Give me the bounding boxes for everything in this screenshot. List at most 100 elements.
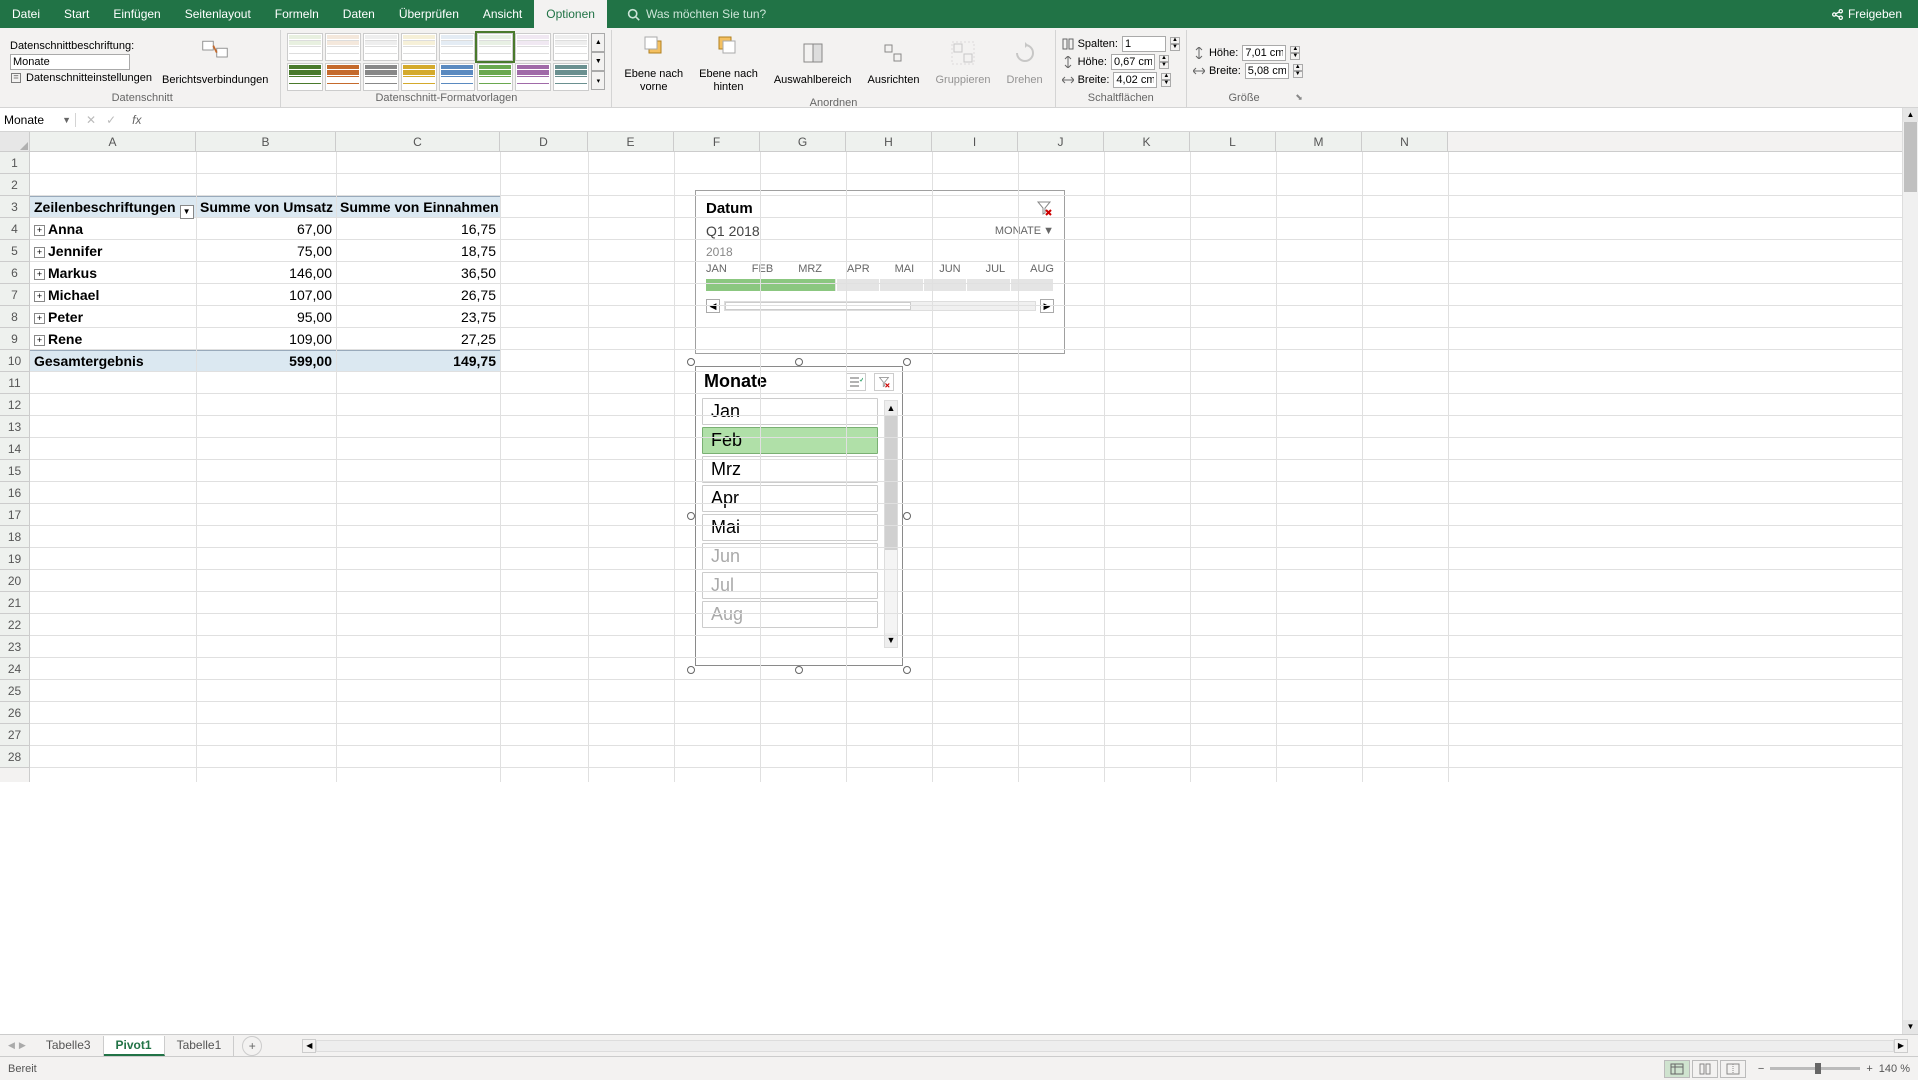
row-header[interactable]: 12: [0, 394, 29, 416]
zoom-in-button[interactable]: +: [1866, 1063, 1872, 1075]
expand-button[interactable]: +: [34, 247, 45, 258]
ribbon-tab-seitenlayout[interactable]: Seitenlayout: [173, 0, 263, 28]
spin-up[interactable]: ▲: [1170, 37, 1180, 44]
row-header[interactable]: 9: [0, 328, 29, 350]
view-page-break-button[interactable]: [1720, 1060, 1746, 1078]
expand-button[interactable]: +: [34, 335, 45, 346]
slicer-style-swatch[interactable]: [401, 63, 437, 91]
bring-forward-button[interactable]: Ebene nach vorne: [618, 32, 689, 96]
cell[interactable]: 67,00: [196, 218, 336, 240]
column-header[interactable]: M: [1276, 132, 1362, 151]
new-sheet-button[interactable]: +: [242, 1036, 262, 1056]
row-header[interactable]: 21: [0, 592, 29, 614]
ribbon-tab-start[interactable]: Start: [52, 0, 101, 28]
slicer-style-swatch[interactable]: [287, 33, 323, 61]
view-normal-button[interactable]: [1664, 1060, 1690, 1078]
column-header[interactable]: B: [196, 132, 336, 151]
selection-pane-button[interactable]: Auswahlbereich: [768, 39, 858, 90]
report-connections-button[interactable]: Berichtsverbindungen: [156, 34, 274, 89]
ribbon-tab-einfügen[interactable]: Einfügen: [101, 0, 172, 28]
zoom-slider[interactable]: [1770, 1067, 1860, 1070]
spin-up[interactable]: ▲: [1159, 55, 1169, 62]
row-header[interactable]: 5: [0, 240, 29, 262]
sheet-tab[interactable]: Tabelle1: [165, 1036, 235, 1056]
expand-button[interactable]: +: [34, 313, 45, 324]
slicer-style-swatch[interactable]: [401, 33, 437, 61]
row-header[interactable]: 10: [0, 350, 29, 372]
column-header[interactable]: N: [1362, 132, 1448, 151]
cell[interactable]: +Markus: [30, 262, 196, 284]
cell[interactable]: 109,00: [196, 328, 336, 350]
row-header[interactable]: 11: [0, 372, 29, 394]
column-header[interactable]: I: [932, 132, 1018, 151]
column-header[interactable]: J: [1018, 132, 1104, 151]
scroll-right-button[interactable]: ▶: [1894, 1039, 1908, 1053]
cell[interactable]: 18,75: [336, 240, 500, 262]
spin-down[interactable]: ▼: [1161, 80, 1171, 87]
cell[interactable]: Summe von Einnahmen: [336, 196, 500, 218]
row-header[interactable]: 16: [0, 482, 29, 504]
ribbon-tab-optionen[interactable]: Optionen: [534, 0, 607, 28]
columns-input[interactable]: [1122, 36, 1166, 52]
cell[interactable]: 149,75: [336, 350, 500, 372]
ribbon-tab-formeln[interactable]: Formeln: [263, 0, 331, 28]
ribbon-tab-ansicht[interactable]: Ansicht: [471, 0, 534, 28]
row-header[interactable]: 27: [0, 724, 29, 746]
pivot-filter-dropdown[interactable]: ▼: [180, 205, 194, 219]
sheet-nav-last[interactable]: ▶: [19, 1040, 26, 1051]
gallery-more-button[interactable]: ▼: [591, 52, 605, 71]
row-header[interactable]: 3: [0, 196, 29, 218]
column-header[interactable]: D: [500, 132, 588, 151]
cell[interactable]: 23,75: [336, 306, 500, 328]
btn-width-input[interactable]: [1113, 72, 1157, 88]
scroll-up-button[interactable]: ▲: [1903, 108, 1918, 122]
spin-up[interactable]: ▲: [1290, 46, 1300, 53]
spin-down[interactable]: ▼: [1170, 44, 1180, 51]
column-header[interactable]: C: [336, 132, 500, 151]
row-header[interactable]: 13: [0, 416, 29, 438]
row-header[interactable]: 2: [0, 174, 29, 196]
sheet-nav-first[interactable]: ◀: [8, 1040, 15, 1051]
column-header[interactable]: G: [760, 132, 846, 151]
cell[interactable]: 107,00: [196, 284, 336, 306]
slicer-style-swatch[interactable]: [477, 63, 513, 91]
cell[interactable]: +Michael: [30, 284, 196, 306]
row-header[interactable]: 24: [0, 658, 29, 680]
sheet-tab[interactable]: Pivot1: [104, 1036, 165, 1056]
view-page-layout-button[interactable]: [1692, 1060, 1718, 1078]
slicer-style-swatch[interactable]: [439, 63, 475, 91]
size-height-input[interactable]: [1242, 45, 1286, 61]
row-header[interactable]: 23: [0, 636, 29, 658]
expand-button[interactable]: +: [34, 225, 45, 236]
column-header[interactable]: A: [30, 132, 196, 151]
cell[interactable]: 36,50: [336, 262, 500, 284]
cell[interactable]: Summe von Umsatz: [196, 196, 336, 218]
cell[interactable]: 27,25: [336, 328, 500, 350]
expand-button[interactable]: +: [34, 269, 45, 280]
row-header[interactable]: 8: [0, 306, 29, 328]
slicer-style-swatch[interactable]: [439, 33, 475, 61]
spin-down[interactable]: ▼: [1293, 71, 1303, 78]
cell[interactable]: +Anna: [30, 218, 196, 240]
slicer-style-swatch[interactable]: [553, 63, 589, 91]
spin-up[interactable]: ▲: [1161, 73, 1171, 80]
align-button[interactable]: Ausrichten: [861, 39, 925, 90]
row-header[interactable]: 6: [0, 262, 29, 284]
cell[interactable]: 16,75: [336, 218, 500, 240]
cell[interactable]: 599,00: [196, 350, 336, 372]
slicer-style-swatch[interactable]: [477, 33, 513, 61]
row-header[interactable]: 14: [0, 438, 29, 460]
sheet-tab[interactable]: Tabelle3: [34, 1036, 104, 1056]
select-all-button[interactable]: [0, 132, 30, 151]
send-backward-button[interactable]: Ebene nach hinten: [693, 32, 764, 96]
size-width-input[interactable]: [1245, 63, 1289, 79]
formula-input[interactable]: [147, 113, 1918, 127]
horizontal-scrollbar[interactable]: ◀ ▶: [302, 1039, 1908, 1053]
spin-up[interactable]: ▲: [1293, 64, 1303, 71]
row-header[interactable]: 20: [0, 570, 29, 592]
btn-height-input[interactable]: [1111, 54, 1155, 70]
fx-icon[interactable]: fx: [132, 113, 141, 127]
slicer-style-swatch[interactable]: [515, 33, 551, 61]
gallery-more-button[interactable]: ▾: [591, 71, 605, 90]
slicer-style-swatch[interactable]: [287, 63, 323, 91]
